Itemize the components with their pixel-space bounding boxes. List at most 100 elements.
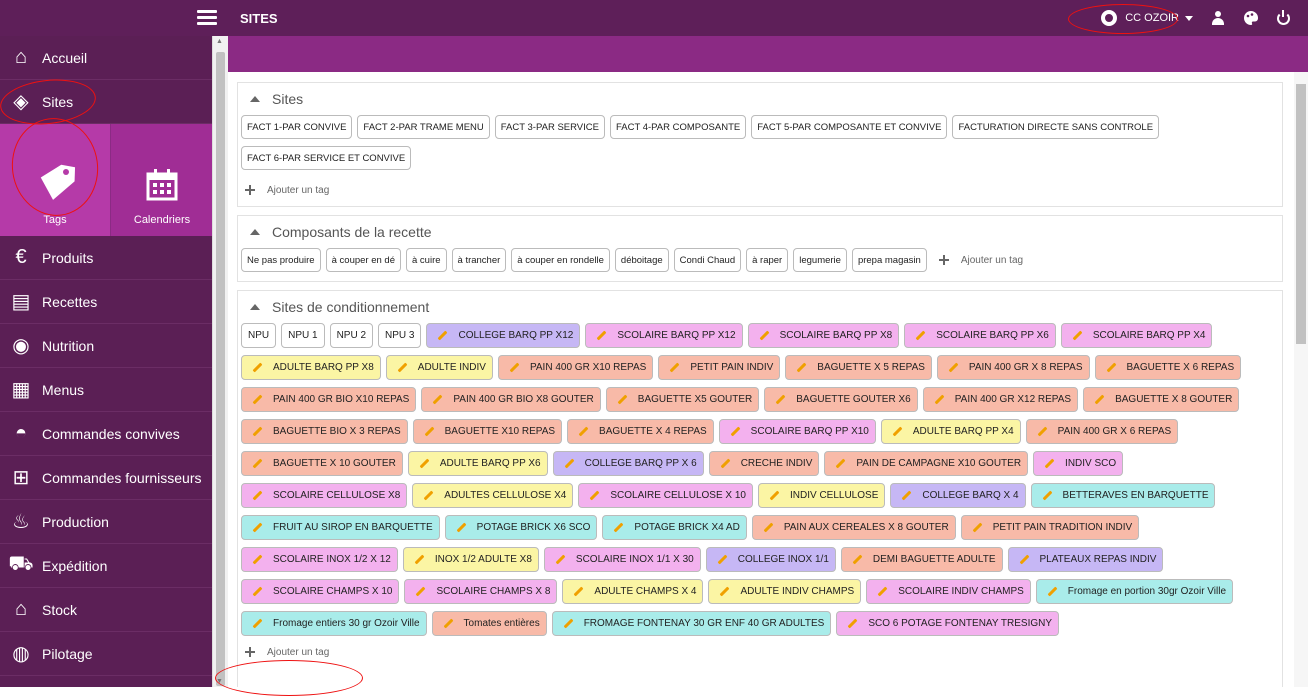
tag-chip[interactable]: SCOLAIRE CHAMPS X 10: [241, 579, 400, 604]
tag-chip[interactable]: à trancher: [451, 248, 507, 272]
tag-chip[interactable]: NPU 1: [281, 323, 325, 348]
tag-chip[interactable]: NPU 3: [378, 323, 422, 348]
tag-chip[interactable]: à cuire: [406, 248, 447, 272]
tag-chip[interactable]: BAGUETTE X5 GOUTER: [605, 387, 760, 412]
scroll-down-icon[interactable]: ▼: [216, 678, 223, 685]
tag-chip[interactable]: INDIV CELLULOSE: [758, 483, 886, 508]
tag-chip[interactable]: PAIN 400 GR X 6 REPAS: [1025, 419, 1179, 444]
tag-chip[interactable]: ADULTE BARQ PP X8: [241, 355, 381, 380]
tag-chip[interactable]: PLATEAUX REPAS INDIV: [1007, 547, 1164, 572]
tag-chip[interactable]: PAIN DE CAMPAGNE X10 GOUTER: [824, 451, 1029, 476]
tag-chip[interactable]: COLLEGE BARQ PP X12: [426, 323, 581, 348]
sidebar-item-accueil[interactable]: ⌂ Accueil: [0, 36, 212, 80]
hamburger-menu-icon[interactable]: [197, 8, 217, 28]
tag-chip[interactable]: BAGUETTE X10 REPAS: [412, 419, 563, 444]
sidebar-item-commandes-fournisseurs[interactable]: ⊞ Commandes fournisseurs: [0, 456, 212, 500]
tag-chip[interactable]: à couper en dé: [325, 248, 401, 272]
sidebar-item-nutrition[interactable]: ◉ Nutrition: [0, 324, 212, 368]
sidebar-scroll-thumb[interactable]: [216, 52, 225, 686]
tag-chip[interactable]: FACT 4-PAR COMPOSANTE: [609, 115, 747, 139]
tag-chip[interactable]: SCOLAIRE INOX 1/2 X 12: [241, 547, 398, 572]
tag-chip[interactable]: prepa magasin: [851, 248, 927, 272]
tag-chip[interactable]: PAIN 400 GR X 8 REPAS: [936, 355, 1090, 380]
tag-chip[interactable]: BAGUETTE X 8 GOUTER: [1083, 387, 1240, 412]
tag-chip[interactable]: SCOLAIRE INOX 1/1 X 30: [543, 547, 701, 572]
tag-chip[interactable]: déboitage: [614, 248, 669, 272]
tag-chip[interactable]: FACT 5-PAR COMPOSANTE ET CONVIVE: [751, 115, 948, 139]
tag-chip[interactable]: BAGUETTE X 10 GOUTER: [241, 451, 403, 476]
tag-chip[interactable]: à raper: [746, 248, 789, 272]
tag-chip[interactable]: FACT 1-PAR CONVIVE: [241, 115, 353, 139]
tag-chip[interactable]: FACT 3-PAR SERVICE: [494, 115, 605, 139]
tag-chip[interactable]: SCOLAIRE CELLULOSE X8: [241, 483, 408, 508]
panel-sites-header[interactable]: Sites: [238, 83, 1282, 115]
add-tag-conditionnement[interactable]: Ajouter un tag: [238, 639, 1282, 665]
add-tag-composants[interactable]: Ajouter un tag: [932, 248, 1023, 272]
tag-chip[interactable]: POTAGE BRICK X6 SCO: [444, 515, 598, 540]
content-scrollbar[interactable]: [1294, 72, 1308, 687]
tag-chip[interactable]: ADULTE INDIV CHAMPS: [708, 579, 862, 604]
tag-chip[interactable]: BETTERAVES EN BARQUETTE: [1030, 483, 1216, 508]
tag-chip[interactable]: NPU 2: [329, 323, 374, 348]
tag-chip[interactable]: INOX 1/2 ADULTE X8: [402, 547, 539, 572]
tag-chip[interactable]: NPU: [241, 323, 277, 348]
tag-chip[interactable]: à couper en rondelle: [511, 248, 610, 272]
tag-chip[interactable]: PAIN 400 GR BIO X8 GOUTER: [421, 387, 601, 412]
tag-chip[interactable]: Fromage en portion 30gr Ozoir Ville: [1035, 579, 1234, 604]
sidebar-item-production[interactable]: ♨ Production: [0, 500, 212, 544]
tag-chip[interactable]: PAIN 400 GR X10 REPAS: [497, 355, 654, 380]
tag-chip[interactable]: BAGUETTE BIO X 3 REPAS: [241, 419, 408, 444]
content-scroll-thumb[interactable]: [1296, 84, 1306, 344]
tag-chip[interactable]: BAGUETTE X 5 REPAS: [785, 355, 932, 380]
tag-chip[interactable]: FRUIT AU SIROP EN BARQUETTE: [241, 515, 440, 540]
power-icon[interactable]: [1277, 9, 1290, 25]
submenu-tags[interactable]: Tags: [0, 124, 111, 236]
tag-chip[interactable]: PAIN 400 GR X12 REPAS: [922, 387, 1079, 412]
tag-chip[interactable]: SCOLAIRE BARQ PP X6: [904, 323, 1056, 348]
tag-chip[interactable]: SCO 6 POTAGE FONTENAY TRESIGNY: [836, 611, 1060, 636]
tag-chip[interactable]: DEMI BAGUETTE ADULTE: [840, 547, 1003, 572]
tag-chip[interactable]: ADULTES CELLULOSE X4: [412, 483, 574, 508]
sidebar-scrollbar[interactable]: ▲ ▼: [212, 36, 228, 687]
scroll-up-icon[interactable]: ▲: [216, 38, 223, 45]
sidebar-item-recettes[interactable]: ▤ Recettes: [0, 280, 212, 324]
tag-chip[interactable]: ADULTE INDIV: [385, 355, 493, 380]
tag-chip[interactable]: BAGUETTE X 6 REPAS: [1094, 355, 1242, 380]
tag-chip[interactable]: SCOLAIRE INDIV CHAMPS: [866, 579, 1031, 604]
submenu-calendriers[interactable]: Calendriers: [112, 124, 212, 236]
tag-chip[interactable]: BAGUETTE GOUTER X6: [764, 387, 918, 412]
add-tag-sites[interactable]: Ajouter un tag: [238, 177, 1282, 203]
tag-chip[interactable]: INDIV SCO: [1033, 451, 1124, 476]
tag-chip[interactable]: SCOLAIRE CELLULOSE X 10: [578, 483, 753, 508]
sidebar-item-produits[interactable]: € Produits: [0, 236, 212, 280]
sidebar-item-exp-dition[interactable]: ⛟ Expédition: [0, 544, 212, 588]
tag-chip[interactable]: ADULTE BARQ PP X4: [880, 419, 1021, 444]
tag-chip[interactable]: Condi Chaud: [673, 248, 742, 272]
tag-chip[interactable]: legumerie: [793, 248, 847, 272]
tag-chip[interactable]: PAIN AUX CEREALES X 8 GOUTER: [751, 515, 956, 540]
tag-chip[interactable]: FACTURATION DIRECTE SANS CONTROLE: [952, 115, 1160, 139]
tag-chip[interactable]: BAGUETTE X 4 REPAS: [567, 419, 714, 444]
sidebar-item-commandes-convives[interactable]: ◓ Commandes convives: [0, 412, 212, 456]
sidebar-item-stock[interactable]: ⌂ Stock: [0, 588, 212, 632]
tag-chip[interactable]: COLLEGE INOX 1/1: [705, 547, 836, 572]
tag-chip[interactable]: ADULTE BARQ PP X6: [407, 451, 548, 476]
panel-composants-header[interactable]: Composants de la recette: [238, 216, 1282, 248]
tag-chip[interactable]: POTAGE BRICK X4 AD: [602, 515, 747, 540]
tag-chip[interactable]: SCOLAIRE BARQ PP X10: [718, 419, 876, 444]
sidebar-item-sites[interactable]: ◈ Sites: [0, 80, 212, 124]
tag-chip[interactable]: PAIN 400 GR BIO X10 REPAS: [241, 387, 417, 412]
tag-chip[interactable]: COLLEGE BARQ PP X 6: [552, 451, 704, 476]
tag-chip[interactable]: SCOLAIRE BARQ PP X4: [1060, 323, 1213, 348]
tag-chip[interactable]: PETIT PAIN INDIV: [658, 355, 781, 380]
tag-chip[interactable]: Tomates entières: [431, 611, 547, 636]
panel-conditionnement-header[interactable]: Sites de conditionnement: [238, 291, 1282, 323]
tag-chip[interactable]: Fromage entiers 30 gr Ozoir Ville: [241, 611, 427, 636]
user-icon[interactable]: [1211, 11, 1225, 25]
sidebar-item-pilotage[interactable]: ◍ Pilotage: [0, 632, 212, 676]
tag-chip[interactable]: CRECHE INDIV: [708, 451, 820, 476]
tag-chip[interactable]: FROMAGE FONTENAY 30 GR ENF 40 GR ADULTES: [551, 611, 832, 636]
tag-chip[interactable]: ADULTE CHAMPS X 4: [562, 579, 704, 604]
tag-chip[interactable]: FACT 2-PAR TRAME MENU: [357, 115, 490, 139]
tag-chip[interactable]: SCOLAIRE BARQ PP X8: [747, 323, 900, 348]
